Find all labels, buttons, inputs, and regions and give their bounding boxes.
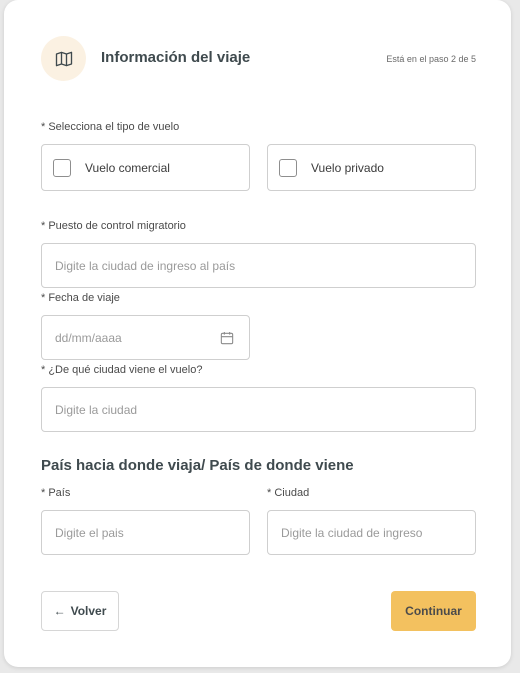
checkbox[interactable] — [53, 158, 71, 177]
travel-date-field — [41, 315, 250, 360]
flight-type-label: * Selecciona el tipo de vuelo — [41, 121, 180, 133]
page-title: Información del viaje — [101, 49, 251, 66]
back-button[interactable]: ← Volver — [41, 591, 119, 631]
travel-date-label: * Fecha de viaje — [41, 292, 120, 304]
option-vuelo-privado[interactable]: Vuelo privado — [267, 144, 476, 191]
city-input[interactable] — [268, 511, 475, 554]
city-label: * Ciudad — [267, 487, 310, 499]
option-label: Vuelo privado — [311, 160, 384, 175]
city-field — [267, 510, 476, 555]
option-label: Vuelo comercial — [85, 160, 170, 175]
checkbox[interactable] — [279, 158, 297, 177]
map-icon — [41, 36, 86, 81]
step-indicator: Está en el paso 2 de 5 — [386, 54, 476, 64]
section-title: País hacia donde viaja/ País de donde vi… — [41, 457, 354, 474]
origin-city-input[interactable] — [42, 388, 475, 431]
calendar-icon[interactable] — [219, 330, 235, 346]
country-field — [41, 510, 250, 555]
origin-city-field — [41, 387, 476, 432]
option-vuelo-comercial[interactable]: Vuelo comercial — [41, 144, 250, 191]
control-post-label: * Puesto de control migratorio — [41, 220, 186, 232]
continue-button[interactable]: Continuar — [391, 591, 476, 631]
continue-button-label: Continuar — [405, 604, 462, 618]
arrow-left-icon: ← — [53, 604, 66, 618]
back-button-label: Volver — [70, 604, 107, 618]
country-input[interactable] — [42, 511, 249, 554]
origin-city-label: * ¿De qué ciudad viene el vuelo? — [41, 364, 203, 376]
travel-date-input[interactable] — [42, 316, 219, 359]
control-post-input[interactable] — [42, 244, 475, 287]
control-post-field — [41, 243, 476, 288]
country-label: * País — [41, 487, 71, 499]
form-card: Información del viaje Está en el paso 2 … — [4, 0, 511, 667]
